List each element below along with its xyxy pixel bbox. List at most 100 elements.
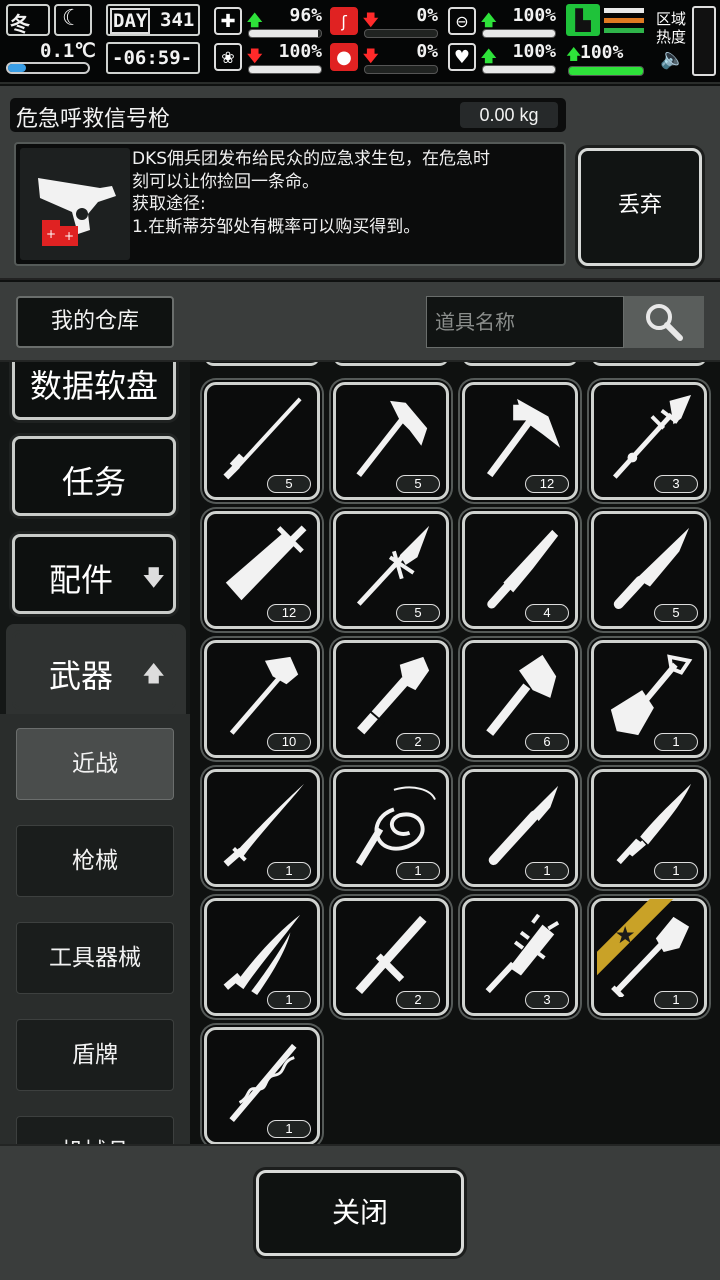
inventory-slot[interactable]: 5 [333,382,449,500]
stat-health-bar [249,30,319,37]
discard-button[interactable]: 丢弃 [578,148,702,266]
thermometer-icon [6,62,90,74]
close-button[interactable]: 关闭 [256,1170,464,1256]
inventory-slot[interactable]: 4 [462,511,578,629]
item-count-badge: 1 [654,862,698,880]
item-count-badge: 1 [267,1120,311,1138]
category-weapons[interactable]: 武器 🡅 [12,630,176,710]
whip-icon [355,786,436,866]
spiked-club-icon [485,913,560,994]
star-badge-icon: ★ [586,891,674,976]
inventory-slot[interactable]: 6 [462,640,578,758]
clock-readout: -06:59- [112,47,193,69]
item-count-badge: 3 [654,475,698,493]
katana-icon [223,783,305,867]
speaker-icon[interactable]: 🔈 [660,46,685,70]
subcategory-firearms[interactable]: 枪械 [16,825,174,897]
clock-box: -06:59- [106,42,200,74]
item-weight: 0.00 kg [460,102,558,128]
item-count-badge: 10 [267,733,311,751]
item-count-badge: 1 [654,733,698,751]
inventory-slot[interactable]: 5 [591,511,707,629]
brain-icon: ❀ [214,43,242,71]
heart-icon: ♥ [448,43,476,71]
my-warehouse-button[interactable]: 我的仓库 [16,296,174,348]
tonfa-icon [355,915,427,995]
day-number: 341 [160,9,195,31]
stat-energy-value: 100% [580,42,624,63]
stat-mental-value: 100% [278,41,322,62]
inventory-slot[interactable]: 10 [204,640,320,758]
item-description: DKS佣兵团发布给民众的应急求生包，在危急时 刻可以让你捡回一条命。 获取途径:… [132,149,491,237]
shovel-icon [610,654,693,736]
inventory-slot[interactable]: 1 [333,769,449,887]
category-column: 数据软盘 任务 配件 🡇 武器 🡅 近战 枪械 工具器械 盾牌 机械品 [0,362,190,1144]
blood-drop-icon: ● [330,43,358,71]
inventory-slot[interactable]: 5 [333,511,449,629]
item-search-input[interactable]: 道具名称 [426,296,624,348]
item-name-bar: 危急呼救信号枪 0.00 kg [10,98,566,132]
subcategory-mechanical[interactable]: 机械品 [16,1116,174,1144]
stripe-orange [604,8,644,13]
category-parts[interactable]: 配件 🡇 [12,534,176,614]
subcategory-shields[interactable]: 盾牌 [16,1019,174,1091]
inventory-slot[interactable]: 2 [333,640,449,758]
item-count-badge: 1 [267,862,311,880]
temperature-readout: 0.1℃ [40,40,96,62]
axe-icon [356,400,428,477]
item-count-badge: 5 [396,604,440,622]
inventory-slot[interactable]: 12 [204,511,320,629]
item-count-badge: 5 [267,475,311,493]
season-label: 冬 [10,12,30,36]
search-button[interactable] [624,296,704,348]
canteen-icon: ⊖ [448,7,476,35]
inventory-slot[interactable]: 12 [462,382,578,500]
fire-axe-icon [229,656,299,735]
inventory-slot[interactable]: 1 [591,640,707,758]
item-detail-panel: 危急呼救信号枪 0.00 kg + + DKS佣兵团发布给民众的应急求生包，在危… [0,86,720,280]
serrated-blade-icon [616,783,692,865]
region-heat-bar [692,6,716,76]
item-grid: 5 5 12 3 12 5 4 5 10 2 6 1 1 1 1 1 1 2 3 1 ★ 1 [190,362,720,1144]
inventory-slot[interactable]: 1 ★ [591,898,707,1016]
inventory-slot[interactable]: 3 [462,898,578,1016]
combat-knife-icon [613,527,690,610]
pipe-wrench-icon [357,656,430,735]
stat-mood-bar [483,66,555,73]
flare-gun-icon: + + [20,148,130,260]
inventory-slot[interactable]: 1 [204,898,320,1016]
day-label: DAY [110,8,151,34]
item-description-box: + + DKS佣兵团发布给民众的应急求生包，在危急时 刻可以让你捡回一条命。 获… [14,142,566,266]
region-heat-label: 区域热度 [656,10,687,46]
subcategory-melee[interactable]: 近战 [16,728,174,800]
inventory-slot[interactable]: 5 [204,382,320,500]
category-data-disk[interactable]: 数据软盘 [12,362,176,420]
inventory-slot[interactable]: 1 [204,1027,320,1144]
sword-stick-icon [223,397,302,480]
item-count-badge: 1 [396,862,440,880]
subcategory-tools[interactable]: 工具器械 [16,922,174,994]
inventory-slot[interactable]: 2 [333,898,449,1016]
item-name: 危急呼救信号枪 [16,107,171,132]
boot-icon: ▙ [566,4,600,36]
item-count-badge: 5 [654,604,698,622]
item-count-badge: 1 [267,991,311,1009]
inventory-slot[interactable]: 1 [462,769,578,887]
inventory-slot[interactable]: 1 [591,769,707,887]
stat-hunger: ʃ 🡇 0% [330,4,440,40]
inventory-slot[interactable]: 1 [204,769,320,887]
svg-text:+: + [64,229,74,243]
category-label: 武器 [48,657,113,695]
item-count-badge: 2 [396,991,440,1009]
item-count-badge: 1 [654,991,698,1009]
hatchet-icon [486,654,557,736]
item-count-badge: 2 [396,733,440,751]
moon-icon: ☾ [62,6,82,31]
season-box: 冬 [6,4,50,36]
stat-hunger-value: 0% [416,5,438,26]
category-quest[interactable]: 任务 [12,436,176,516]
category-label: 数据软盘 [29,367,158,405]
warehouse-bar: 我的仓库 道具名称 [0,282,720,362]
stat-mental-bar [249,66,321,73]
inventory-slot[interactable]: 3 [591,382,707,500]
